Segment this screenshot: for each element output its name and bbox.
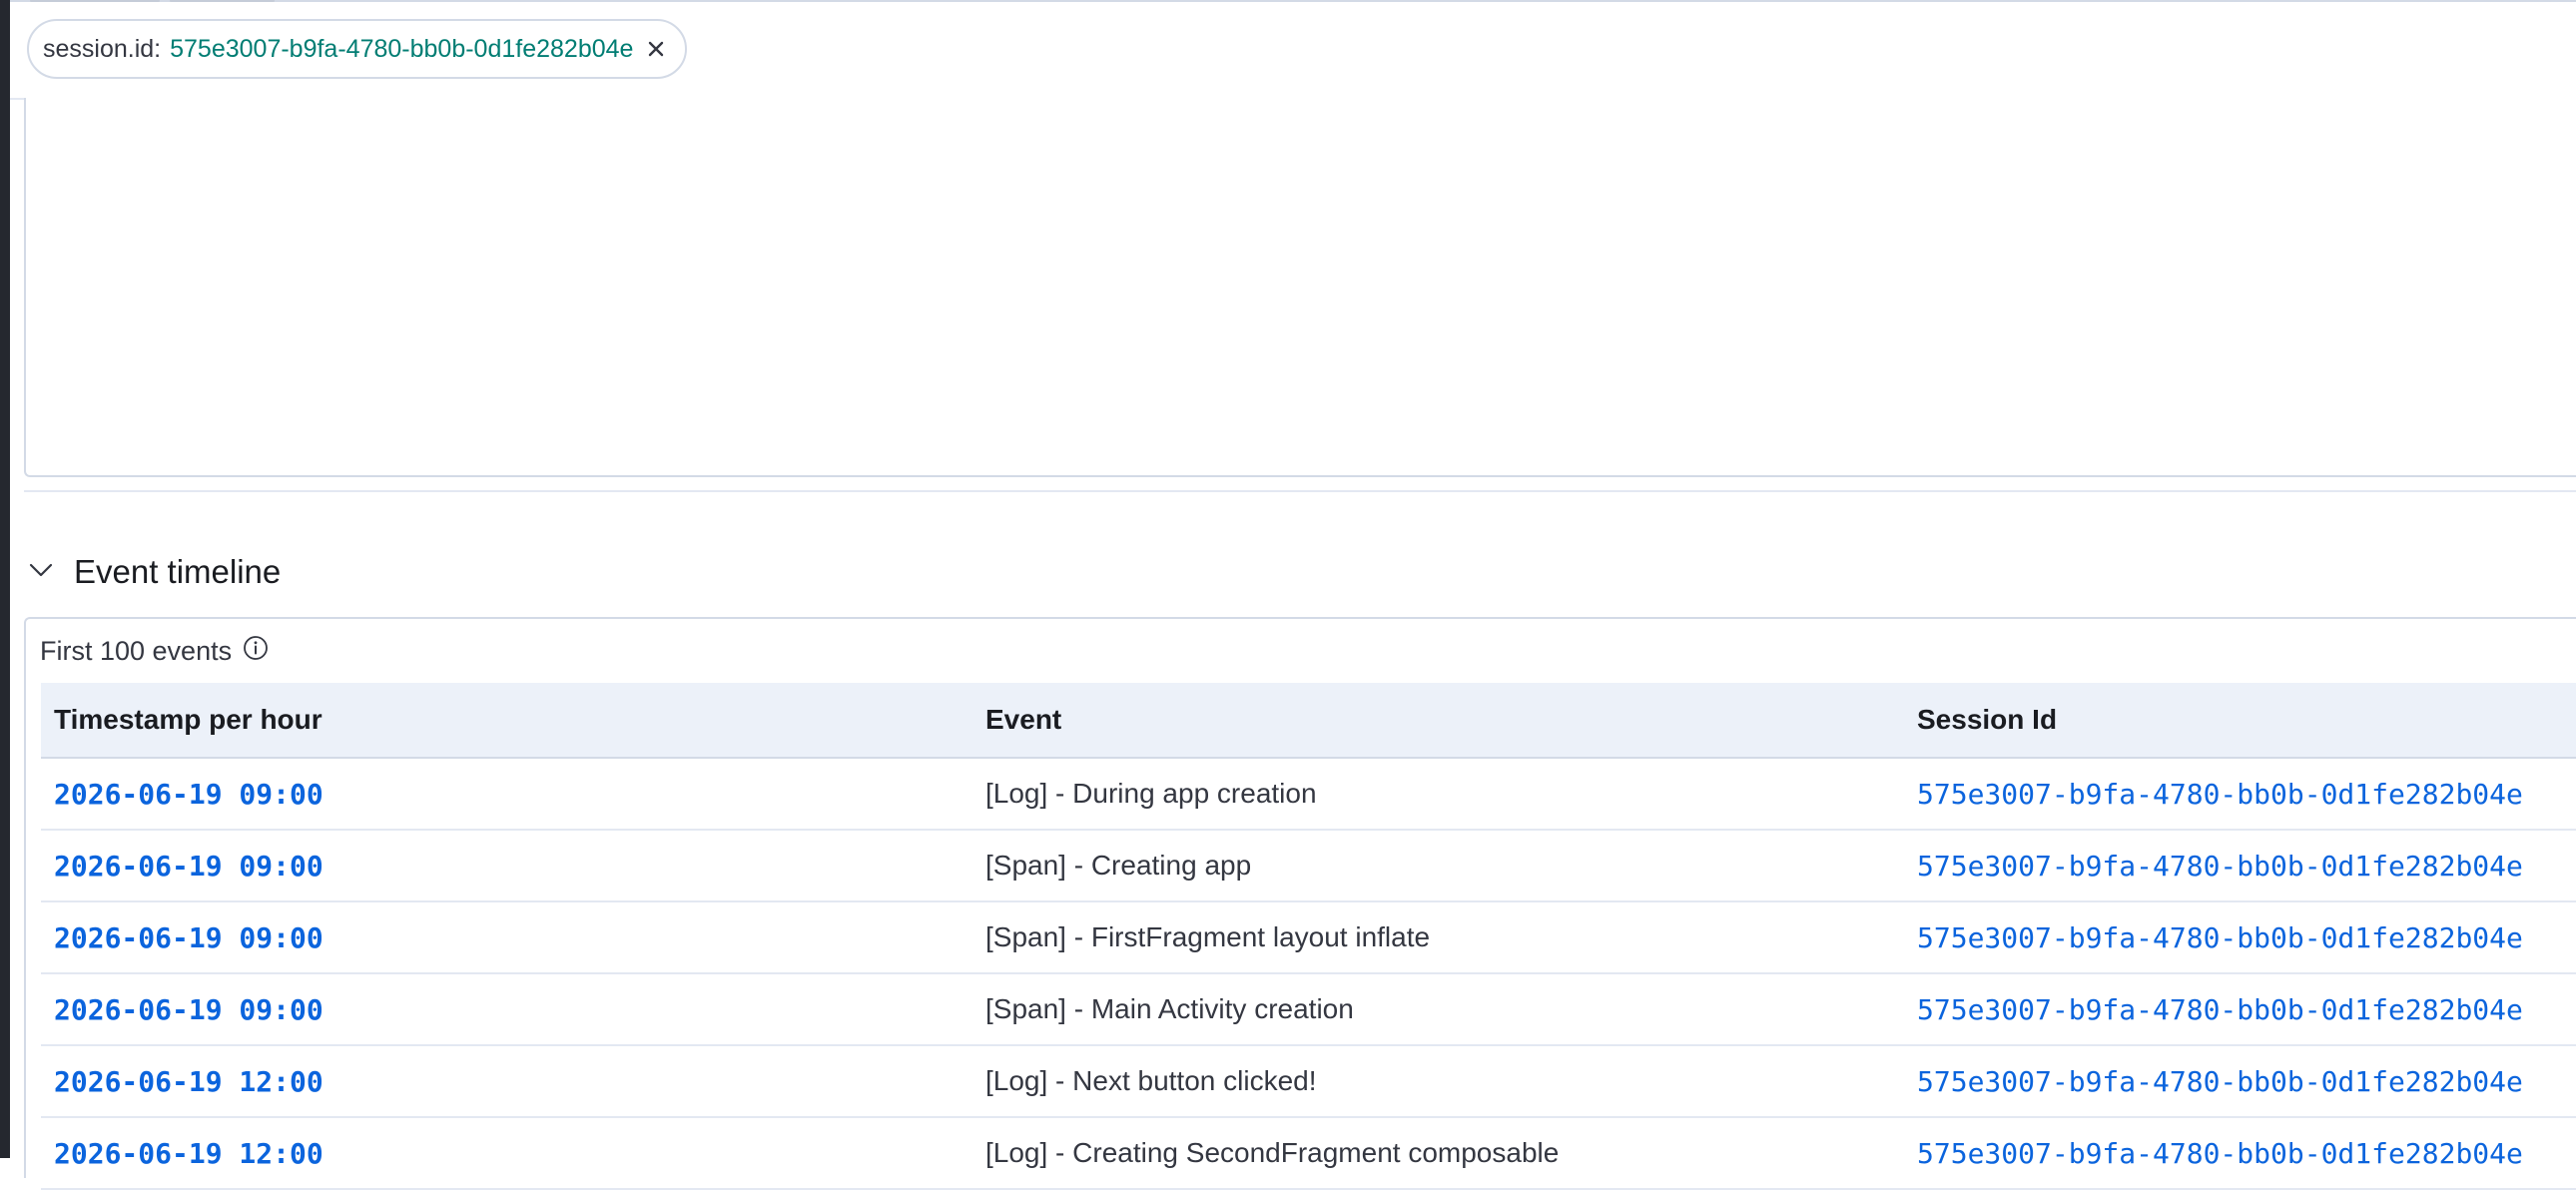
- table-row: 2026-06-19 09:00 [Span] - Main Activity …: [41, 974, 2576, 1046]
- events-table: Timestamp per hour Event Session Id 2026…: [41, 683, 2576, 1190]
- session-id-link[interactable]: 575e3007-b9fa-4780-bb0b-0d1fe282b04e: [1917, 1137, 2523, 1170]
- timestamp-link[interactable]: 2026-06-19 09:00: [54, 850, 323, 883]
- timestamp-link[interactable]: 2026-06-19 09:00: [54, 921, 323, 954]
- filter-key: session.id:: [43, 34, 162, 63]
- table-row: 2026-06-19 09:00 [Span] - Creating app 5…: [41, 831, 2576, 902]
- timestamp-link[interactable]: 2026-06-19 09:00: [54, 993, 323, 1026]
- close-icon[interactable]: [641, 34, 671, 64]
- session-id-link[interactable]: 575e3007-b9fa-4780-bb0b-0d1fe282b04e: [1917, 1065, 2523, 1098]
- session-id-link[interactable]: 575e3007-b9fa-4780-bb0b-0d1fe282b04e: [1917, 993, 2523, 1026]
- app-sidebar-edge: [0, 0, 10, 1158]
- filter-bar: session.id: 575e3007-b9fa-4780-bb0b-0d1f…: [10, 2, 2576, 100]
- event-text: [Span] - Creating app: [985, 850, 1252, 881]
- column-header-event[interactable]: Event: [985, 704, 1061, 736]
- chart-panel: [24, 98, 2576, 477]
- event-text: [Log] - During app creation: [985, 778, 1317, 809]
- section-divider: [24, 490, 2576, 492]
- table-row: 2026-06-19 12:00 [Log] - Creating Second…: [41, 1118, 2576, 1190]
- timestamp-link[interactable]: 2026-06-19 12:00: [54, 1065, 323, 1098]
- timestamp-link[interactable]: 2026-06-19 09:00: [54, 778, 323, 811]
- table-row: 2026-06-19 12:00 [Log] - Next button cli…: [41, 1046, 2576, 1118]
- filter-value: 575e3007-b9fa-4780-bb0b-0d1fe282b04e: [170, 34, 634, 63]
- section-title: Event timeline: [74, 553, 282, 590]
- table-row: 2026-06-19 09:00 [Span] - FirstFragment …: [41, 902, 2576, 974]
- table-row: 2026-06-19 09:00 [Log] - During app crea…: [41, 759, 2576, 831]
- events-caption: First 100 events: [40, 631, 270, 671]
- session-id-link[interactable]: 575e3007-b9fa-4780-bb0b-0d1fe282b04e: [1917, 850, 2523, 883]
- column-header-timestamp[interactable]: Timestamp per hour: [54, 704, 322, 736]
- chevron-down-icon: [26, 555, 56, 590]
- column-header-session-id[interactable]: Session Id: [1917, 704, 2057, 736]
- session-id-link[interactable]: 575e3007-b9fa-4780-bb0b-0d1fe282b04e: [1917, 778, 2523, 811]
- session-id-link[interactable]: 575e3007-b9fa-4780-bb0b-0d1fe282b04e: [1917, 921, 2523, 954]
- timestamp-link[interactable]: 2026-06-19 12:00: [54, 1137, 323, 1170]
- session-filter-pill[interactable]: session.id: 575e3007-b9fa-4780-bb0b-0d1f…: [27, 19, 688, 79]
- event-timeline-toggle[interactable]: Event timeline: [26, 547, 281, 597]
- event-text: [Span] - FirstFragment layout inflate: [985, 921, 1431, 952]
- info-icon[interactable]: [232, 634, 270, 669]
- event-text: [Span] - Main Activity creation: [985, 993, 1354, 1024]
- table-header: Timestamp per hour Event Session Id: [41, 683, 2576, 759]
- events-caption-label: First 100 events: [40, 635, 233, 666]
- event-text: [Log] - Creating SecondFragment composab…: [985, 1137, 1560, 1168]
- event-text: [Log] - Next button clicked!: [985, 1065, 1317, 1096]
